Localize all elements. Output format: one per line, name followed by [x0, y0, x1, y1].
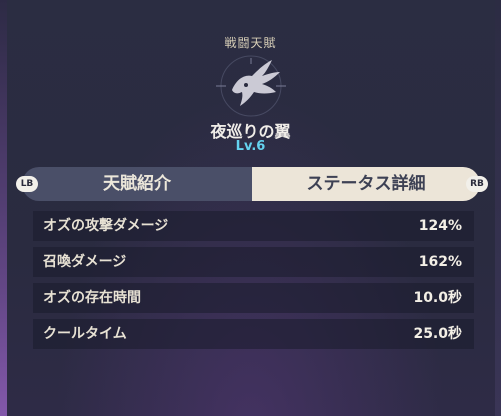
rb-button-hint[interactable]: RB	[466, 176, 488, 192]
tab-status-details[interactable]: ステータス詳細	[252, 167, 480, 201]
stat-value: 10.0秒	[413, 290, 462, 306]
talent-category-label: 戦闘天賦	[224, 36, 277, 50]
stats-list: オズの攻撃ダメージ 124% 召喚ダメージ 162% オズの存在時間 10.0秒…	[33, 211, 474, 355]
stat-row: オズの攻撃ダメージ 124%	[33, 211, 474, 241]
talent-level: Lv.6	[235, 139, 266, 154]
stat-row: クールタイム 25.0秒	[33, 319, 474, 349]
bird-wing-icon	[216, 55, 286, 117]
stat-value: 162%	[418, 254, 462, 270]
stat-value: 25.0秒	[413, 326, 462, 342]
stat-value: 124%	[418, 218, 462, 234]
left-edge-glow	[0, 0, 7, 416]
stat-row: オズの存在時間 10.0秒	[33, 283, 474, 313]
stat-label: クールタイム	[43, 326, 127, 342]
stat-label: オズの存在時間	[43, 290, 141, 306]
stat-label: 召喚ダメージ	[43, 254, 127, 270]
talent-details-panel: 戦闘天賦 夜巡りの翼 Lv.6 天賦紹介 ステータス詳細 LB RB オズの攻撃…	[0, 0, 501, 416]
stat-row: 召喚ダメージ 162%	[33, 247, 474, 277]
right-edge	[495, 0, 501, 416]
tab-talent-intro[interactable]: 天賦紹介	[22, 167, 252, 201]
lb-button-hint[interactable]: LB	[16, 176, 38, 192]
tab-bar: 天賦紹介 ステータス詳細	[22, 167, 480, 201]
stat-label: オズの攻撃ダメージ	[43, 218, 169, 234]
